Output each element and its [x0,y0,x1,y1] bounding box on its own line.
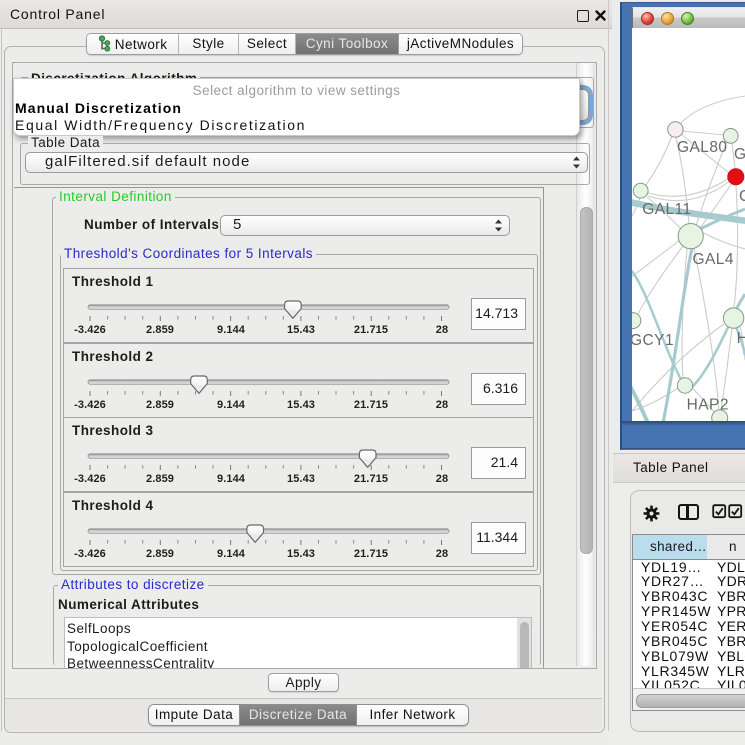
svg-text:GAL80: GAL80 [677,139,728,156]
svg-text:H: H [737,330,745,347]
svg-text:GAL4: GAL4 [693,251,734,268]
svg-text:GAL11: GAL11 [642,201,691,218]
svg-text:HAP2: HAP2 [687,397,729,414]
svg-text:GAL2: GAL2 [734,146,745,163]
svg-text:CD: CD [739,188,745,205]
svg-text:GCY1: GCY1 [632,332,674,349]
